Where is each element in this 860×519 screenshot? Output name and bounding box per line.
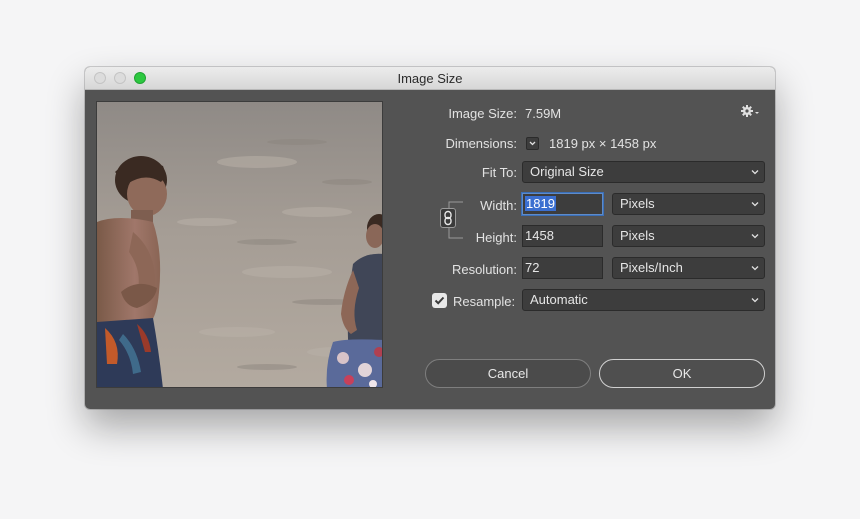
dimensions-value: 1819 px × 1458 px <box>549 136 657 151</box>
resample-select[interactable]: Automatic <box>522 289 765 311</box>
width-value: 1819 <box>525 196 556 211</box>
chevron-down-icon <box>751 202 759 207</box>
fit-to-select[interactable]: Original Size <box>522 161 765 183</box>
resolution-unit-value: Pixels/Inch <box>620 260 683 275</box>
image-size-value: 7.59M <box>525 106 562 121</box>
resample-checkbox[interactable] <box>432 293 447 308</box>
chevron-down-icon <box>751 170 759 175</box>
image-size-dialog: Image Size Image Size: 7.59M Dimensions:… <box>85 67 775 409</box>
width-input[interactable]: 1819 <box>522 193 603 215</box>
resolution-input[interactable]: 72 <box>522 257 603 279</box>
width-unit-value: Pixels <box>620 196 655 211</box>
height-unit-select[interactable]: Pixels <box>612 225 765 247</box>
resolution-value: 72 <box>525 260 540 275</box>
image-preview[interactable] <box>96 101 383 388</box>
title-bar[interactable]: Image Size <box>85 67 775 90</box>
window-title: Image Size <box>397 71 463 86</box>
fit-to-label: Fit To: <box>481 165 517 180</box>
gear-icon <box>741 105 759 117</box>
chevron-down-icon <box>529 141 536 146</box>
dimensions-label: Dimensions: <box>445 136 517 151</box>
resample-label: Resample: <box>453 294 516 309</box>
resolution-unit-select[interactable]: Pixels/Inch <box>612 257 765 279</box>
cancel-button[interactable]: Cancel <box>425 359 591 388</box>
constrain-proportions-button[interactable] <box>440 208 456 228</box>
chevron-down-icon <box>751 266 759 271</box>
dimensions-units-menu[interactable] <box>526 137 539 150</box>
beach-photo <box>97 102 382 387</box>
chevron-down-icon <box>751 298 759 303</box>
chevron-down-icon <box>751 234 759 239</box>
height-input[interactable]: 1458 <box>522 225 603 247</box>
fit-to-value: Original Size <box>530 164 604 179</box>
chain-link-icon <box>444 210 452 226</box>
ok-button[interactable]: OK <box>599 359 765 388</box>
width-unit-select[interactable]: Pixels <box>612 193 765 215</box>
width-label: Width: <box>480 198 517 213</box>
resample-value: Automatic <box>530 292 588 307</box>
height-value: 1458 <box>525 228 554 243</box>
checkmark-icon <box>434 296 445 305</box>
settings-menu-button[interactable] <box>740 104 762 118</box>
resolution-label: Resolution: <box>451 262 517 277</box>
height-label: Height: <box>475 230 517 245</box>
image-size-label: Image Size: <box>448 106 517 121</box>
height-unit-value: Pixels <box>620 228 655 243</box>
